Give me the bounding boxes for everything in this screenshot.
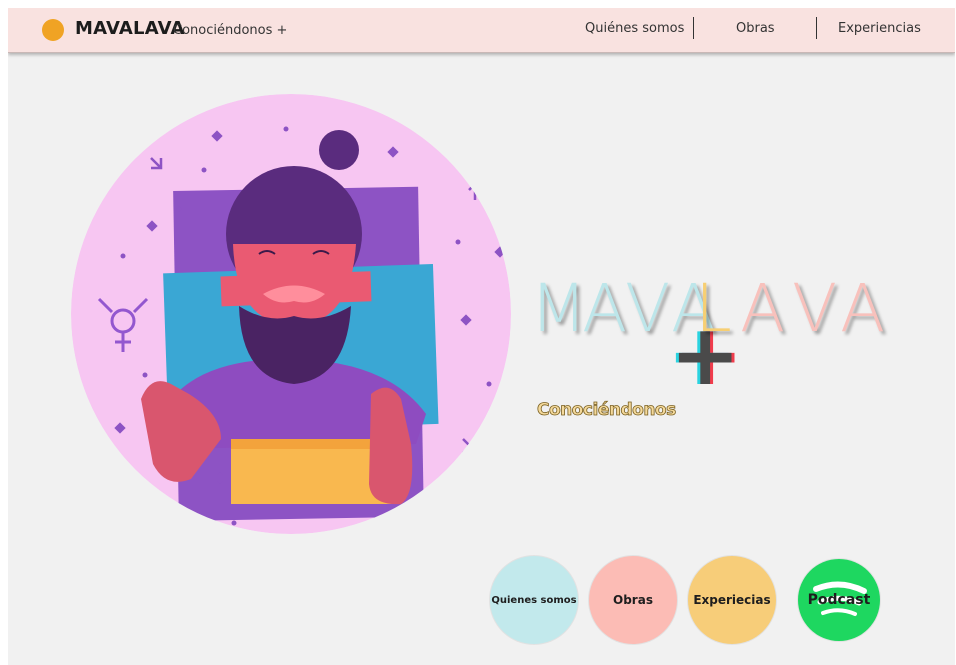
hero-title: M A V + A L A V A <box>530 270 950 404</box>
top-navbar: MAVALAVA Conociéndonos + Quiénes somos O… <box>8 8 955 53</box>
experiencias-button[interactable]: Experiecias <box>688 556 776 644</box>
title-letter: V <box>792 270 839 347</box>
obras-button[interactable]: Obras <box>589 556 677 644</box>
nav-divider <box>816 17 817 39</box>
podcast-button-label: Podcast <box>807 592 871 608</box>
quienes-somos-button-label: Quienes somos <box>491 594 577 606</box>
nav-divider <box>693 17 694 39</box>
title-letter: M <box>530 270 588 347</box>
podcast-spotify-button[interactable]: Podcast <box>798 559 880 641</box>
logo-dot-icon[interactable] <box>42 19 64 41</box>
nav-obras[interactable]: Obras <box>736 21 775 36</box>
hero-illustration <box>71 94 511 534</box>
experiencias-button-label: Experiecias <box>693 593 771 607</box>
title-letter: L <box>695 270 733 347</box>
obras-button-label: Obras <box>613 593 653 607</box>
nav-experiencias[interactable]: Experiencias <box>838 21 921 36</box>
brand-name[interactable]: MAVALAVA <box>75 18 185 39</box>
nav-quienes-somos[interactable]: Quiénes somos <box>585 21 684 36</box>
title-letter: A <box>840 270 887 347</box>
tagline-link[interactable]: Conociéndonos + <box>173 23 287 38</box>
title-letter: A <box>740 270 787 347</box>
quienes-somos-button[interactable]: Quienes somos <box>490 556 578 644</box>
title-letter: A <box>582 270 629 347</box>
title-letter: V <box>625 270 672 347</box>
hero-subtitle: Conociéndonos <box>537 400 677 421</box>
page: MAVALAVA Conociéndonos + Quiénes somos O… <box>8 8 955 665</box>
